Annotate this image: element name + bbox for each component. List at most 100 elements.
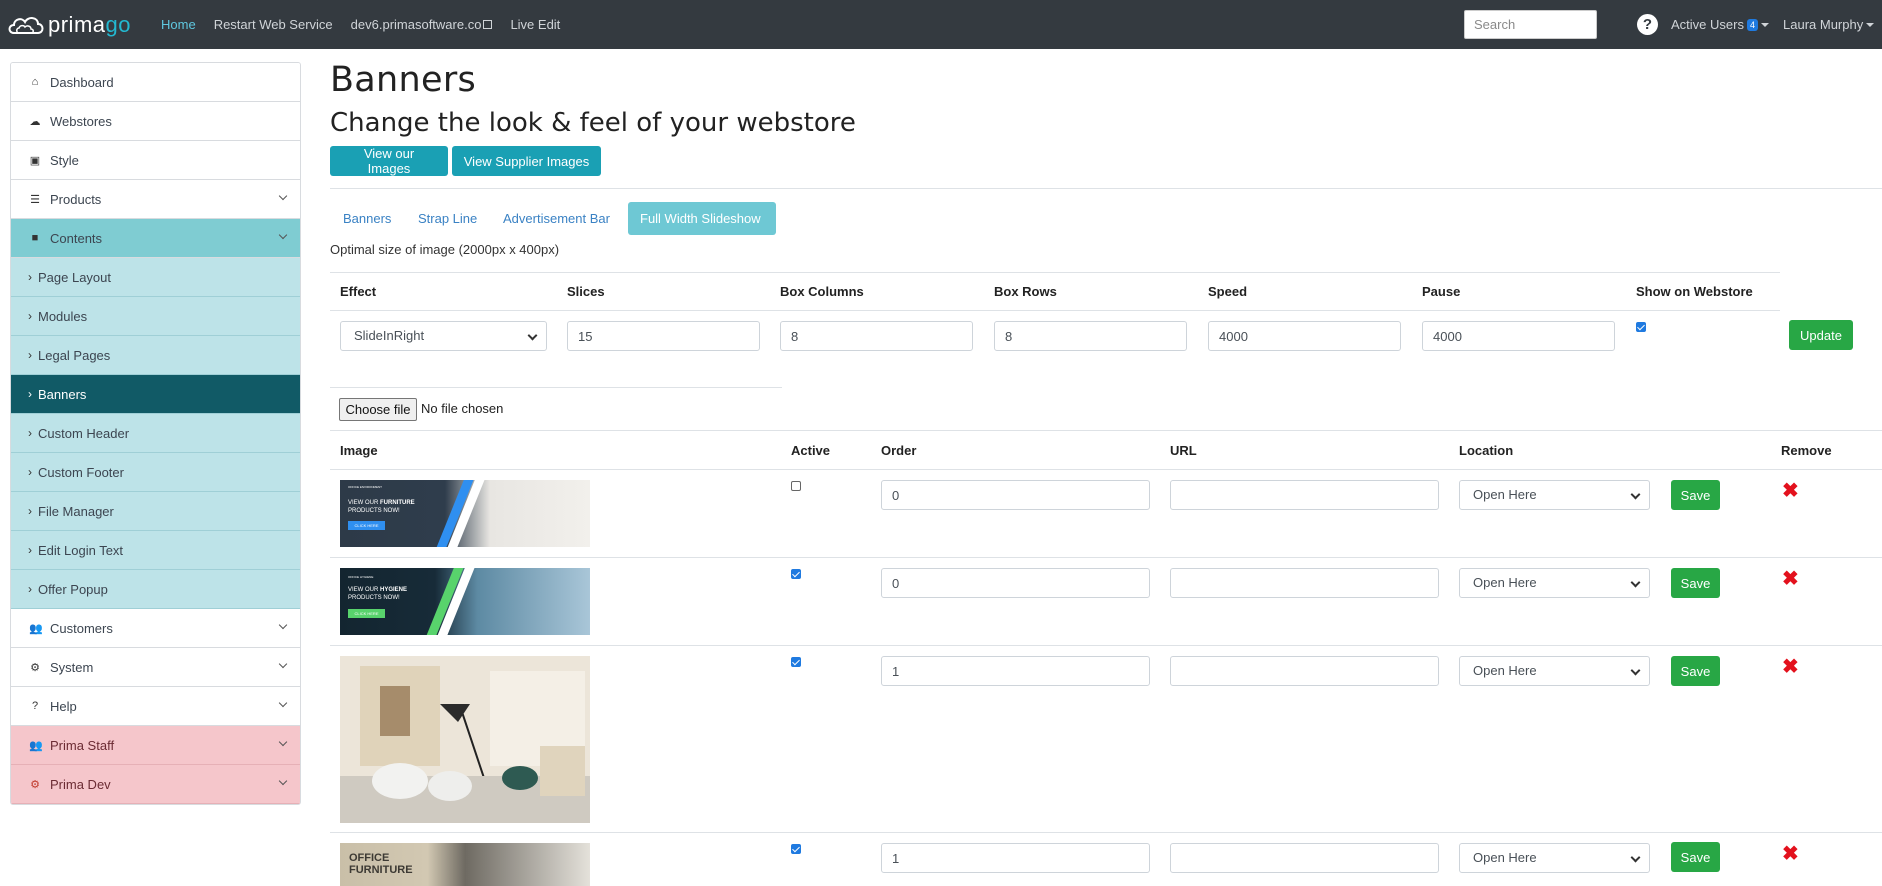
box-columns-input[interactable] <box>780 321 973 351</box>
sidebar-item-style[interactable]: ▣ Style <box>11 141 300 180</box>
active-checkbox[interactable] <box>791 481 801 491</box>
active-checkbox[interactable] <box>791 844 801 854</box>
page-subtitle: Change the look & feel of your webstore <box>330 108 856 138</box>
sidebar-item-modules[interactable]: › Modules <box>11 297 300 336</box>
sidebar-item-dashboard[interactable]: ⌂ Dashboard <box>11 63 300 102</box>
help-icon[interactable]: ? <box>1637 14 1658 35</box>
sidebar-item-offer-popup[interactable]: › Offer Popup <box>11 570 300 609</box>
remove-icon[interactable]: ✖ <box>1782 657 1799 677</box>
header-box-columns: Box Columns <box>780 284 864 299</box>
header-url: URL <box>1170 443 1197 458</box>
nav-restart-web-service[interactable]: Restart Web Service <box>214 17 333 32</box>
active-checkbox[interactable] <box>791 657 801 667</box>
remove-icon[interactable]: ✖ <box>1782 569 1799 589</box>
sidebar-item-help[interactable]: ? Help <box>11 687 300 726</box>
divider <box>330 272 1780 273</box>
sidebar-item-contents[interactable]: ■ Contents <box>11 219 300 258</box>
location-value: Open Here <box>1473 850 1537 865</box>
active-users-dropdown[interactable]: Active Users 4 <box>1671 17 1769 32</box>
sidebar-item-banners[interactable]: › Banners <box>11 375 300 414</box>
location-select[interactable]: Open Here <box>1459 843 1650 873</box>
chevron-down-icon <box>1630 577 1641 588</box>
save-button[interactable]: Save <box>1671 656 1720 686</box>
user-name: Laura Murphy <box>1783 17 1864 32</box>
tab-full-width-slideshow[interactable]: Full Width Slideshow <box>628 202 776 235</box>
divider <box>330 557 1882 558</box>
cloud-logo-icon <box>8 16 44 34</box>
view-supplier-images-button[interactable]: View Supplier Images <box>452 146 601 176</box>
chevron-right-icon: › <box>28 426 32 440</box>
sidebar-item-legal-pages[interactable]: › Legal Pages <box>11 336 300 375</box>
tab-banners[interactable]: Banners <box>331 202 403 235</box>
sidebar-item-products[interactable]: ☰ Products <box>11 180 300 219</box>
sidebar-item-label: Dashboard <box>50 74 114 90</box>
tab-strap-line[interactable]: Strap Line <box>406 202 489 235</box>
remove-icon[interactable]: ✖ <box>1782 844 1799 864</box>
sidebar-item-file-manager[interactable]: › File Manager <box>11 492 300 531</box>
location-select[interactable]: Open Here <box>1459 568 1650 598</box>
question-icon: ? <box>31 700 39 712</box>
gear-icon: ⚙ <box>30 661 40 674</box>
sidebar-item-edit-login-text[interactable]: › Edit Login Text <box>11 531 300 570</box>
chevron-down-icon <box>1630 852 1641 863</box>
sidebar-item-label: System <box>50 659 94 675</box>
pause-input[interactable] <box>1422 321 1615 351</box>
sidebar-item-label: Modules <box>38 308 88 324</box>
divider <box>330 430 1882 431</box>
save-button[interactable]: Save <box>1671 842 1720 872</box>
speed-input[interactable] <box>1208 321 1401 351</box>
choose-file-button[interactable]: Choose file <box>339 398 417 421</box>
chevron-right-icon: › <box>28 387 32 401</box>
header-speed: Speed <box>1208 284 1248 299</box>
sidebar-item-prima-staff[interactable]: 👥 Prima Staff <box>11 726 300 765</box>
brand-logo[interactable]: primago <box>6 11 156 39</box>
cloud-icon: ☁ <box>29 115 41 128</box>
effect-select[interactable]: SlideInRight <box>340 321 547 351</box>
view-our-images-button[interactable]: View our Images <box>330 146 448 176</box>
nav-home[interactable]: Home <box>161 17 196 32</box>
sidebar-item-system[interactable]: ⚙ System <box>11 648 300 687</box>
location-select[interactable]: Open Here <box>1459 656 1650 686</box>
save-button[interactable]: Save <box>1671 480 1720 510</box>
sidebar-item-webstores[interactable]: ☁ Webstores <box>11 102 300 141</box>
tab-advertisement-bar[interactable]: Advertisement Bar <box>491 202 622 235</box>
update-button[interactable]: Update <box>1789 320 1853 350</box>
chevron-down-icon <box>278 776 288 786</box>
chevron-down-icon <box>278 659 288 669</box>
order-input[interactable] <box>881 480 1150 510</box>
active-users-badge: 4 <box>1746 19 1758 31</box>
nav-live-edit[interactable]: Live Edit <box>510 17 560 32</box>
image-icon: ▣ <box>29 154 41 167</box>
sidebar-item-custom-footer[interactable]: › Custom Footer <box>11 453 300 492</box>
nav-site-link[interactable]: dev6.primasoftware.co <box>351 17 493 32</box>
divider <box>330 310 1780 311</box>
order-input[interactable] <box>881 656 1150 686</box>
url-input[interactable] <box>1170 843 1439 873</box>
sidebar-item-label: Customers <box>50 620 113 636</box>
box-rows-input[interactable] <box>994 321 1187 351</box>
show-on-webstore-checkbox[interactable] <box>1636 322 1646 332</box>
url-input[interactable] <box>1170 656 1439 686</box>
sidebar-item-custom-header[interactable]: › Custom Header <box>11 414 300 453</box>
sidebar-item-page-layout[interactable]: › Page Layout <box>11 258 300 297</box>
sidebar-item-prima-dev[interactable]: ⚙ Prima Dev <box>11 765 300 804</box>
divider <box>330 188 1882 189</box>
location-select[interactable]: Open Here <box>1459 480 1650 510</box>
url-input[interactable] <box>1170 568 1439 598</box>
slices-input[interactable] <box>567 321 760 351</box>
location-value: Open Here <box>1473 663 1537 678</box>
sidebar-item-label: File Manager <box>38 503 114 519</box>
header-location: Location <box>1459 443 1514 458</box>
remove-icon[interactable]: ✖ <box>1782 481 1799 501</box>
location-value: Open Here <box>1473 487 1537 502</box>
search-input[interactable] <box>1464 10 1597 39</box>
order-input[interactable] <box>881 843 1150 873</box>
thumb-tagline: OFFICE HYGIENE <box>348 575 374 579</box>
sidebar-item-customers[interactable]: 👥 Customers <box>11 609 300 648</box>
save-button[interactable]: Save <box>1671 568 1720 598</box>
header-show-on-webstore: Show on Webstore <box>1636 284 1753 299</box>
url-input[interactable] <box>1170 480 1439 510</box>
user-menu-dropdown[interactable]: Laura Murphy <box>1783 17 1875 32</box>
active-checkbox[interactable] <box>791 569 801 579</box>
order-input[interactable] <box>881 568 1150 598</box>
